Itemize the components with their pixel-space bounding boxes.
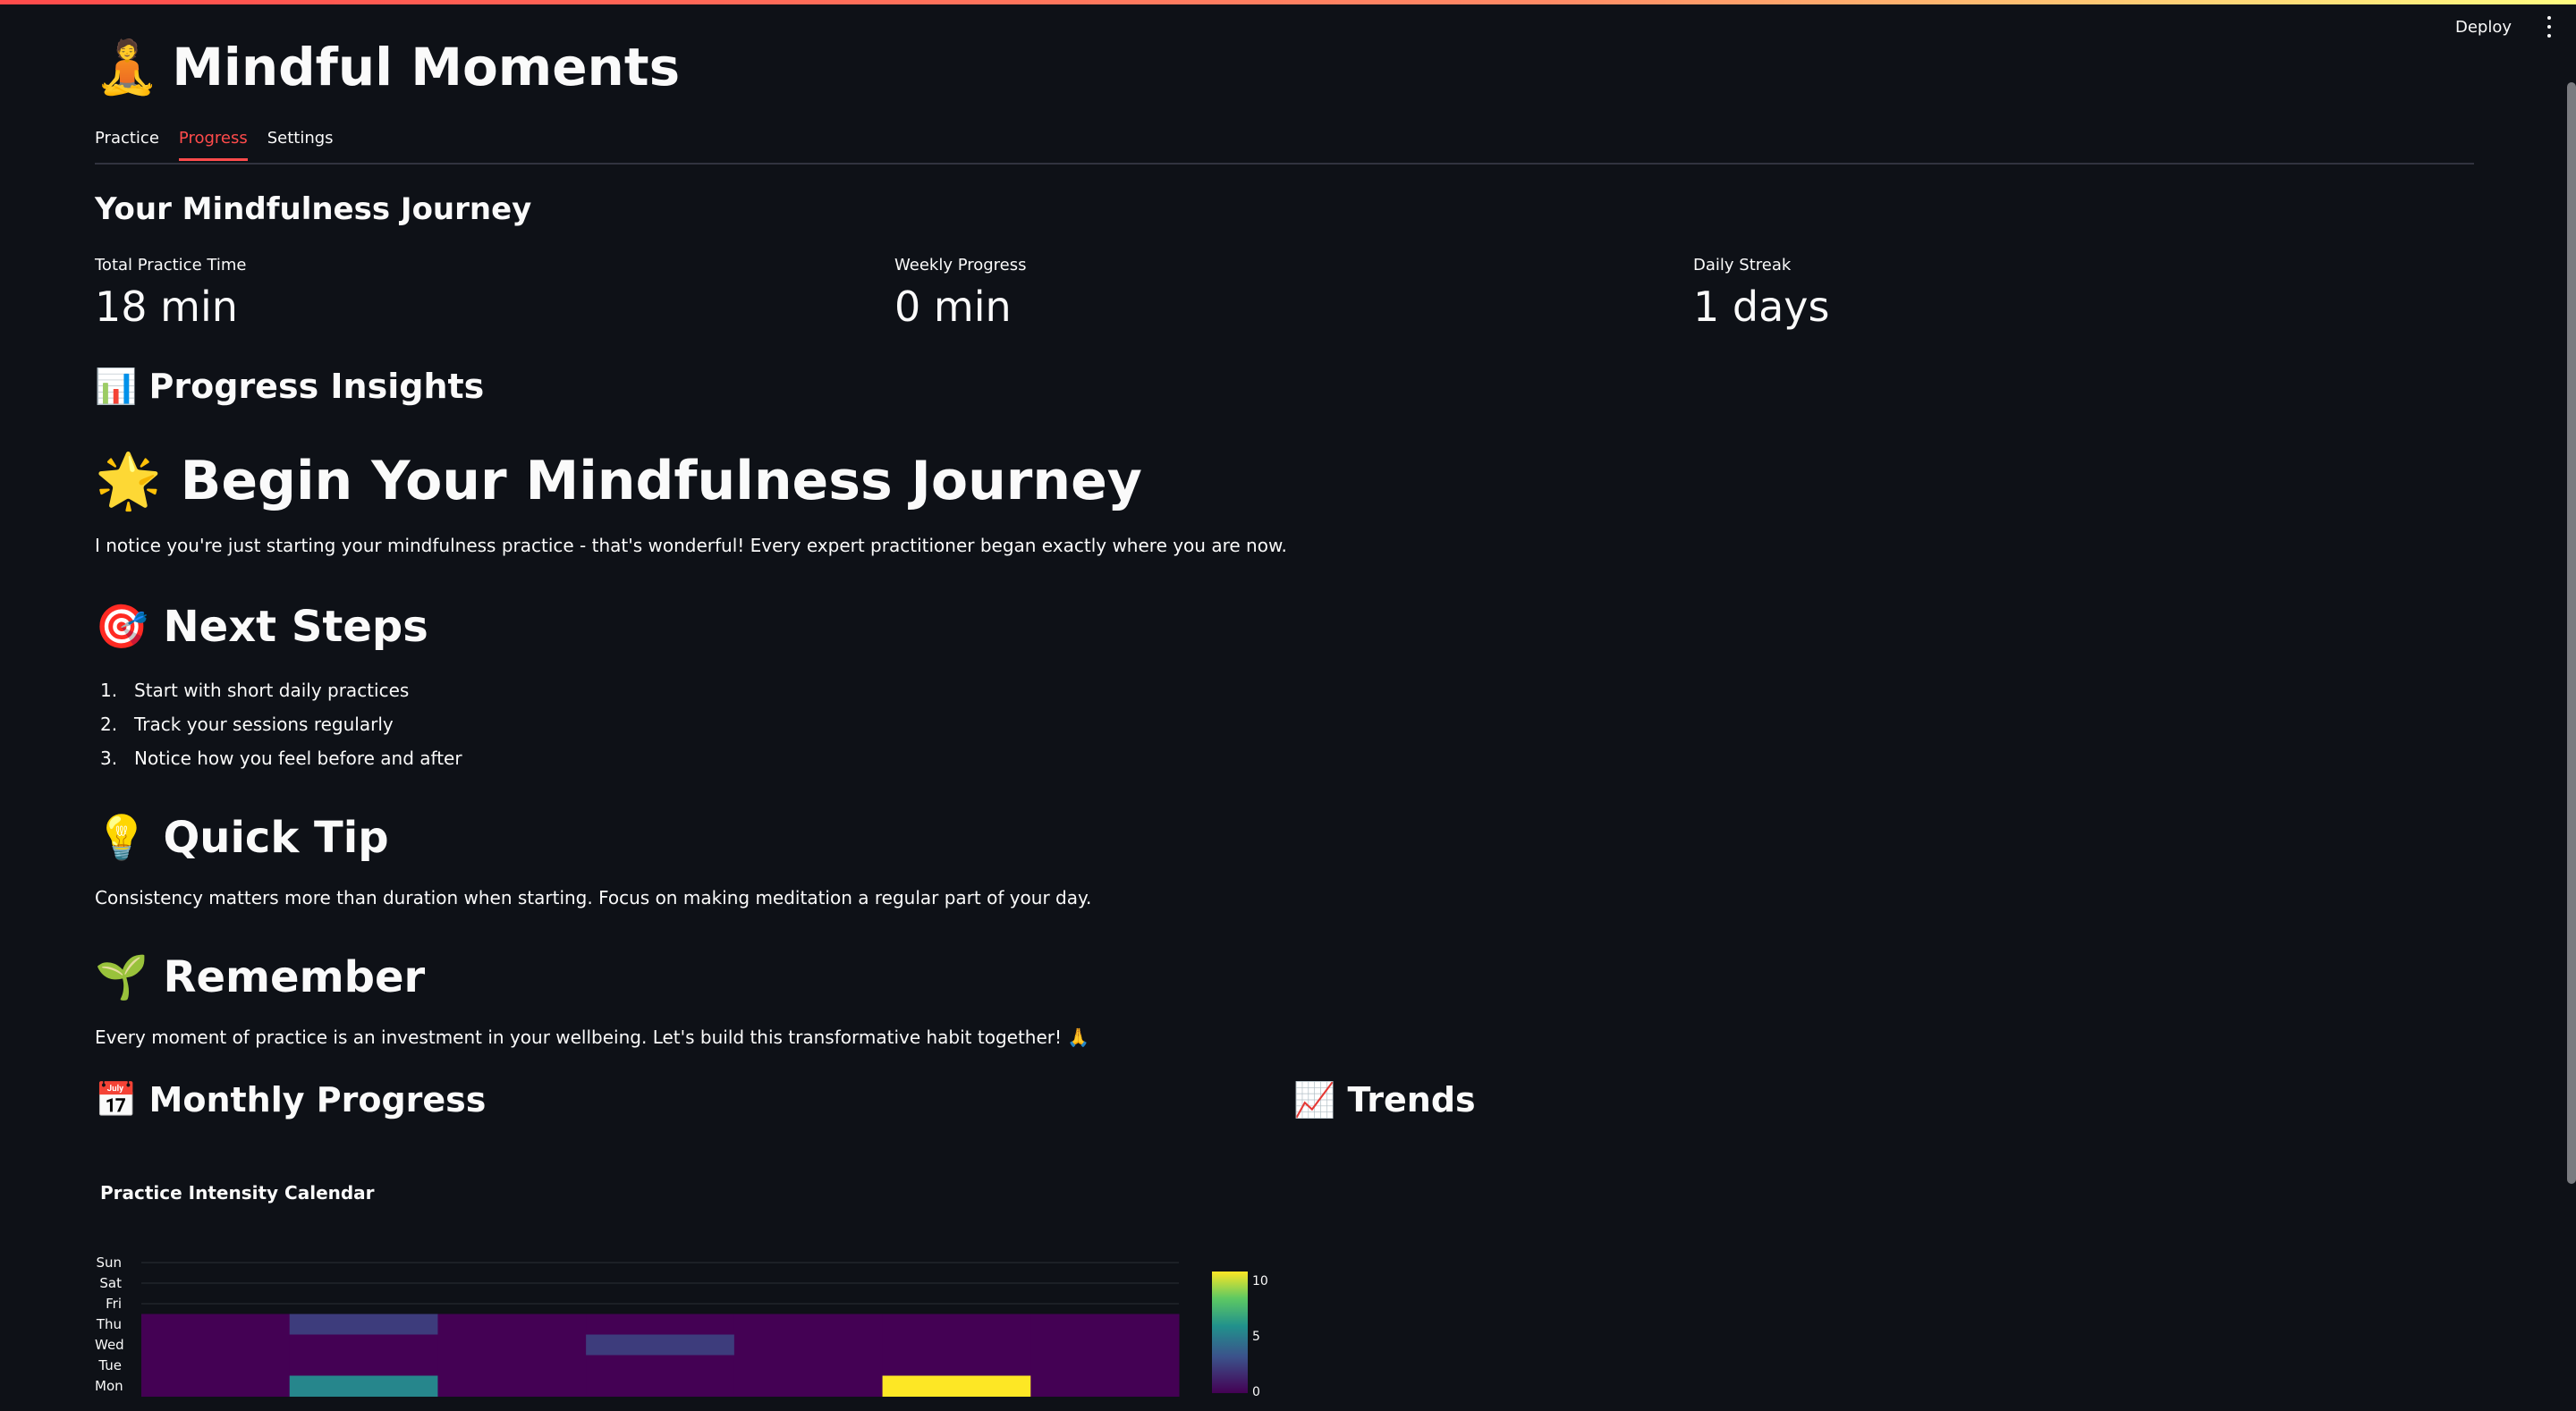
begin-journey-heading: 🌟 Begin Your Mindfulness Journey — [95, 450, 1142, 512]
heatmap-cell[interactable] — [289, 1355, 438, 1377]
heatmap-cell[interactable] — [437, 1314, 587, 1336]
heatmap-cell[interactable] — [733, 1314, 884, 1336]
page-title: 🧘 Mindful Moments — [95, 34, 680, 100]
quick-tip-heading: 💡 Quick Tip — [95, 813, 389, 863]
top-decoration-bar — [0, 0, 2576, 4]
heatmap-svg — [141, 1262, 1180, 1398]
metric-daily-streak: Daily Streak 1 days — [1693, 256, 1829, 330]
metric-weekly-progress: Weekly Progress 0 min — [894, 256, 1027, 330]
heatmap-cell[interactable] — [586, 1355, 735, 1377]
heatmap-cell[interactable] — [733, 1334, 884, 1356]
heatmap-cell[interactable] — [1030, 1355, 1180, 1377]
heatmap-cell[interactable] — [882, 1355, 1031, 1377]
begin-journey-text: I notice you're just starting your mindf… — [95, 535, 1287, 556]
y-tick-label: Wed — [95, 1337, 124, 1353]
heatmap-cell[interactable] — [1030, 1375, 1180, 1398]
quick-tip-text: Consistency matters more than duration w… — [95, 887, 1092, 908]
colorbar-tick-label: 10 — [1252, 1274, 1268, 1289]
y-tick-label: Thu — [96, 1316, 122, 1332]
heatmap-cell[interactable] — [437, 1355, 587, 1377]
y-tick-label: Mon — [95, 1378, 123, 1394]
metric-value: 1 days — [1693, 283, 1830, 331]
heatmap-cell[interactable] — [733, 1355, 884, 1377]
heatmap-cell[interactable] — [1030, 1314, 1180, 1336]
progress-insights-heading: 📊 Progress Insights — [95, 367, 485, 406]
heatmap-cell[interactable] — [289, 1314, 438, 1336]
heatmap-cell[interactable] — [437, 1334, 587, 1356]
heatmap-cell[interactable] — [882, 1334, 1031, 1356]
metric-label: Total Practice Time — [95, 256, 247, 275]
app-toolbar: Deploy — [2455, 16, 2555, 38]
heatmap-cell[interactable] — [289, 1334, 438, 1356]
heatmap-cell[interactable] — [1030, 1334, 1180, 1356]
colorbar-tick-label: 0 — [1252, 1385, 1260, 1399]
metric-label: Weekly Progress — [894, 256, 1027, 275]
next-steps-list: 1. Start with short daily practices 2. Tra… — [95, 676, 462, 778]
colorbar-tick-label: 5 — [1252, 1330, 1260, 1345]
deploy-button[interactable]: Deploy — [2455, 18, 2512, 37]
practice-intensity-chart: Practice Intensity Calendar Sun Sat Fri Thu… — [95, 1162, 1293, 1411]
y-tick-label: Tue — [98, 1357, 122, 1373]
heatmap-cell[interactable] — [733, 1375, 884, 1398]
list-item: 2. Track your sessions regularly — [100, 714, 394, 735]
metric-total-practice: Total Practice Time 18 min — [95, 256, 246, 330]
colorbar — [1212, 1272, 1248, 1393]
metric-value: 18 min — [95, 283, 238, 331]
meditation-icon: 🧘 — [95, 37, 160, 97]
heatmap-cell[interactable] — [141, 1375, 291, 1398]
y-tick-label: Sun — [96, 1255, 122, 1271]
heatmap-cell[interactable] — [141, 1314, 291, 1336]
heatmap-cell[interactable] — [882, 1314, 1031, 1336]
list-item: 1. Start with short daily practices — [100, 680, 410, 701]
tab-practice[interactable]: Practice — [95, 127, 159, 161]
heatmap-cell[interactable] — [586, 1375, 735, 1398]
heatmap-cell[interactable] — [586, 1314, 735, 1336]
heatmap-cell[interactable] — [141, 1355, 291, 1377]
y-tick-label: Fri — [106, 1296, 122, 1312]
heatmap-cell[interactable] — [437, 1375, 587, 1398]
remember-heading: 🌱 Remember — [95, 952, 426, 1002]
heatmap-cell[interactable] — [882, 1375, 1031, 1398]
metric-value: 0 min — [894, 283, 1012, 331]
scrollbar-thumb[interactable] — [2567, 82, 2576, 1184]
page-title-text: Mindful Moments — [172, 37, 681, 97]
heatmap-cell[interactable] — [586, 1334, 735, 1356]
monthly-progress-heading: 📅 Monthly Progress — [95, 1080, 487, 1120]
y-tick-label: Sat — [99, 1275, 122, 1291]
tab-bar: Practice Progress Settings — [95, 127, 2474, 165]
list-item: 3. Notice how you feel before and after — [100, 748, 462, 769]
tab-settings[interactable]: Settings — [267, 127, 334, 161]
trends-heading: 📈 Trends — [1293, 1080, 1476, 1120]
tab-progress[interactable]: Progress — [178, 127, 248, 161]
metric-label: Daily Streak — [1693, 256, 1792, 275]
kebab-menu-icon[interactable] — [2544, 16, 2555, 38]
remember-text: Every moment of practice is an investmen… — [95, 1027, 1090, 1048]
journey-heading: Your Mindfulness Journey — [95, 191, 532, 227]
heatmap-cell[interactable] — [289, 1375, 438, 1398]
next-steps-heading: 🎯 Next Steps — [95, 602, 428, 652]
heatmap-cell[interactable] — [141, 1334, 291, 1356]
